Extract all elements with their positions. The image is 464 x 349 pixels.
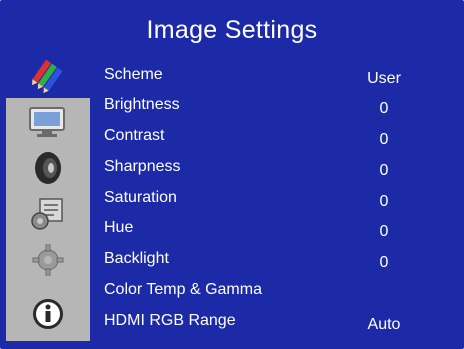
menu-item-value: 0	[379, 162, 389, 179]
menu-title: Image Settings	[146, 16, 318, 44]
menu-item-value: Auto	[367, 316, 401, 333]
monitor-display-icon	[29, 107, 65, 137]
sidebar-item-setup[interactable]	[6, 194, 90, 234]
color-pencils-icon	[32, 60, 63, 94]
sidebar-item-info[interactable]	[6, 294, 90, 334]
menu-item-label: Brightness	[104, 96, 180, 113]
gear-advanced-icon	[32, 244, 64, 276]
setup-tools-icon	[31, 198, 63, 230]
menu-item-saturation[interactable]: Saturation 0	[104, 185, 424, 213]
menu-item-scheme[interactable]: Scheme User	[104, 62, 424, 90]
menu-item-value: User	[367, 70, 401, 87]
menu-item-value: 0	[379, 254, 389, 271]
category-sidebar	[6, 58, 90, 341]
menu-item-label: Color Temp & Gamma	[104, 281, 262, 298]
menu-item-label: Sharpness	[104, 158, 181, 175]
menu-item-backlight[interactable]: Backlight 0	[104, 246, 424, 274]
menu-item-contrast[interactable]: Contrast 0	[104, 123, 424, 151]
menu-item-label: Hue	[104, 219, 134, 236]
info-icon	[33, 299, 63, 329]
menu-item-brightness[interactable]: Brightness 0	[104, 92, 424, 120]
menu-item-color-temp-gamma[interactable]: Color Temp & Gamma	[104, 277, 424, 305]
menu-item-value: 0	[379, 131, 389, 148]
menu-item-value: 0	[379, 100, 389, 117]
sidebar-item-advanced[interactable]	[6, 240, 90, 280]
menu-item-label: Scheme	[104, 66, 163, 83]
sidebar-item-picture[interactable]	[6, 58, 90, 98]
menu-item-label: HDMI RGB Range	[104, 312, 236, 329]
osd-menu: Image Settings Scheme User Brightness 0 …	[0, 0, 464, 349]
sidebar-item-audio[interactable]	[6, 148, 90, 188]
menu-item-value: 0	[379, 223, 389, 240]
menu-item-label: Contrast	[104, 127, 165, 144]
menu-item-label: Backlight	[104, 250, 169, 267]
menu-item-hue[interactable]: Hue 0	[104, 215, 424, 243]
menu-item-sharpness[interactable]: Sharpness 0	[104, 154, 424, 182]
speaker-audio-icon	[35, 152, 61, 184]
menu-item-label: Saturation	[104, 189, 177, 206]
menu-item-hdmi-rgb-range[interactable]: HDMI RGB Range Auto	[104, 308, 424, 336]
menu-item-value: 0	[379, 193, 389, 210]
sidebar-item-display[interactable]	[6, 102, 90, 142]
